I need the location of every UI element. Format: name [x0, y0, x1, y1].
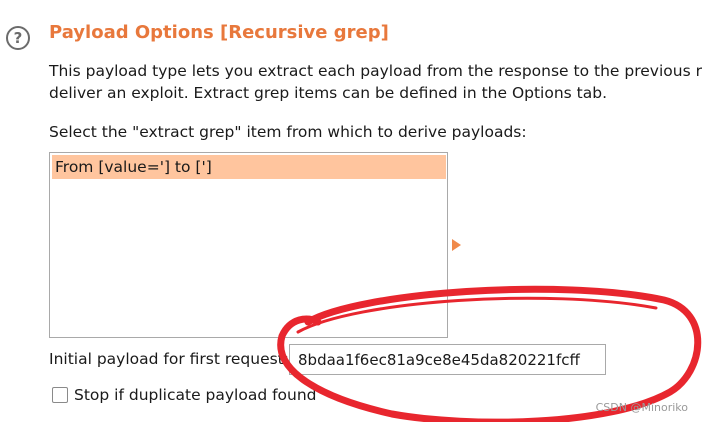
watermark: CSDN @Minoriko — [595, 401, 688, 414]
stop-duplicate-row[interactable]: Stop if duplicate payload found — [52, 384, 317, 406]
extract-grep-select-label: Select the "extract grep" item from whic… — [49, 123, 527, 141]
extract-grep-listbox[interactable]: From [value='] to ['] — [49, 152, 448, 338]
payload-options-panel: ? Payload Options [Recursive grep] This … — [0, 0, 702, 422]
stop-duplicate-checkbox[interactable] — [52, 387, 68, 403]
help-icon[interactable]: ? — [6, 26, 30, 50]
stop-duplicate-label: Stop if duplicate payload found — [74, 386, 317, 404]
initial-payload-input[interactable] — [289, 344, 606, 375]
description-line-1: This payload type lets you extract each … — [49, 62, 702, 80]
expand-arrow-icon[interactable] — [452, 239, 461, 251]
description-line-2: deliver an exploit. Extract grep items c… — [49, 84, 608, 102]
initial-payload-label: Initial payload for first request: — [49, 350, 289, 368]
panel-title: Payload Options [Recursive grep] — [49, 22, 389, 43]
panel-description: This payload type lets you extract each … — [49, 60, 702, 104]
list-item[interactable]: From [value='] to ['] — [52, 155, 446, 179]
